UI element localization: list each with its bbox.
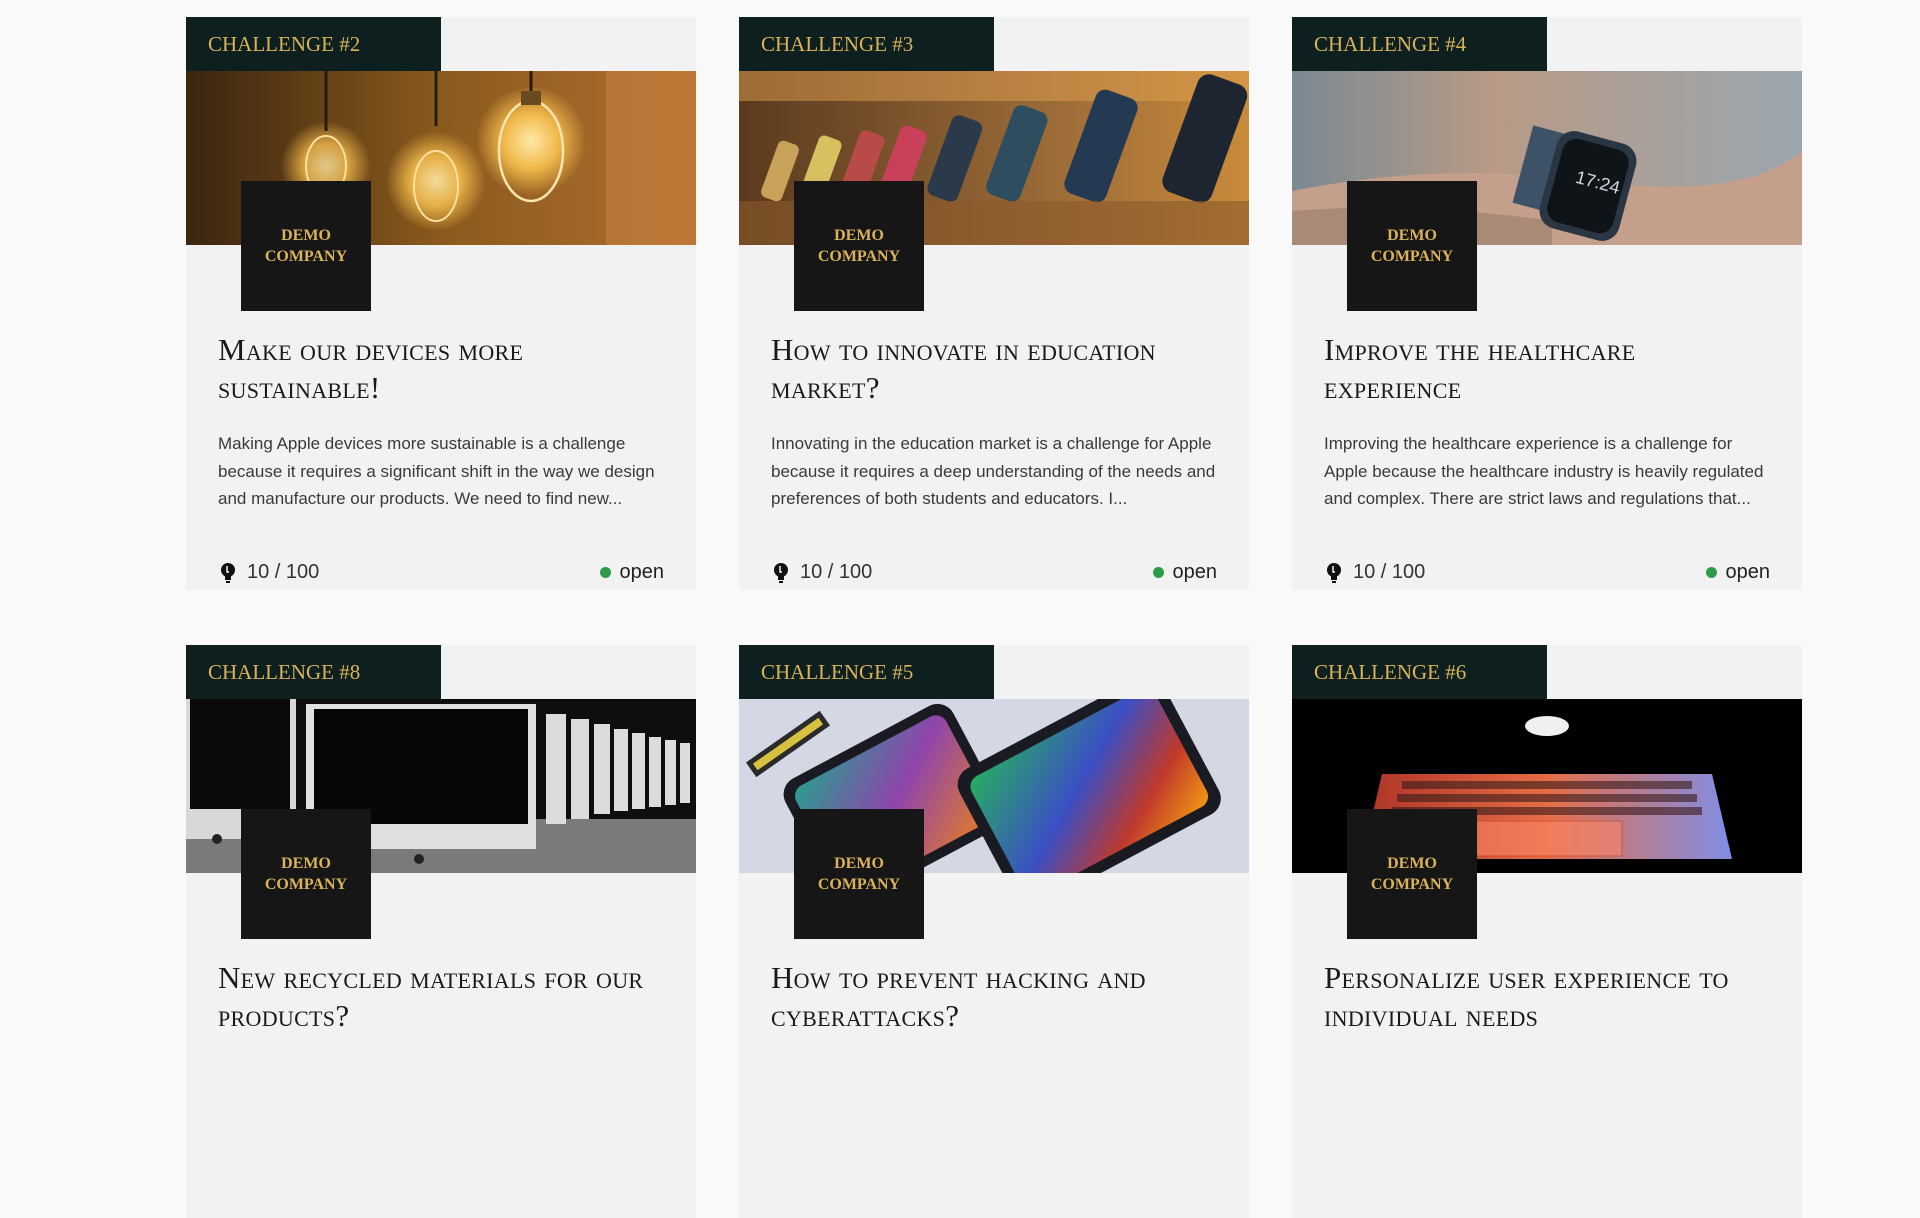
company-logo-line1: DEMO <box>1387 855 1437 872</box>
company-logo-line1: DEMO <box>281 855 331 872</box>
company-logo: DEMO COMPANY <box>241 181 371 311</box>
challenge-title[interactable]: Personalize user experience to individua… <box>1324 959 1764 1035</box>
status-label: open <box>1172 561 1218 583</box>
challenge-number-badge: CHALLENGE #5 <box>739 645 994 699</box>
challenge-number-badge: CHALLENGE #2 <box>186 17 441 71</box>
challenge-description: Making Apple devices more sustainable is… <box>218 434 655 508</box>
lightbulb-icon <box>221 562 235 583</box>
challenge-title[interactable]: Make our devices more sustainable! <box>218 331 658 407</box>
challenge-title[interactable]: New recycled materials for our products? <box>218 959 658 1035</box>
challenge-description: Improving the healthcare experience is a… <box>1324 434 1764 508</box>
challenge-card[interactable]: CHALLENGE #4 17:24 DEMO COMPANY Improve … <box>1292 17 1802 590</box>
company-logo-line1: DEMO <box>834 855 884 872</box>
company-logo-line2: COMPANY <box>264 876 348 893</box>
ideas-counter: 10 / 100 <box>771 561 872 584</box>
company-logo-line1: DEMO <box>1387 227 1437 244</box>
company-logo-line1: DEMO <box>834 227 884 244</box>
ideas-counter: 10 / 100 <box>218 561 319 584</box>
ideas-counter: 10 / 100 <box>1324 561 1425 584</box>
challenge-title[interactable]: Improve the healthcare experience <box>1324 331 1764 407</box>
card-footer: 10 / 100 open <box>218 561 664 584</box>
status-indicator: open <box>599 561 665 584</box>
company-logo-line2: COMPANY <box>264 248 348 265</box>
ideas-count: 10 / 100 <box>247 561 320 583</box>
status-dot-icon <box>1152 567 1164 578</box>
challenge-number-badge: CHALLENGE #3 <box>739 17 994 71</box>
challenge-title[interactable]: How to innovate in education market? <box>771 331 1211 407</box>
lightbulb-icon <box>1327 562 1341 583</box>
status-dot-icon <box>1705 567 1717 578</box>
challenge-card[interactable]: CHALLENGE #6 DEMO COMPANY Personalize us… <box>1292 645 1802 1218</box>
challenge-card[interactable]: CHALLENGE #3 DEMO COMPANY How to innovat… <box>739 17 1249 590</box>
card-footer: 10 / 100 open <box>771 561 1217 584</box>
challenge-card[interactable]: CHALLENGE #2 DEMO COMPANY Make our devic… <box>186 17 696 590</box>
company-logo: DEMO COMPANY <box>794 809 924 939</box>
challenge-number-badge: CHALLENGE #6 <box>1292 645 1547 699</box>
status-indicator: open <box>1705 561 1771 584</box>
company-logo-line2: COMPANY <box>1370 248 1454 265</box>
company-logo-line2: COMPANY <box>1370 876 1454 893</box>
challenge-number-badge: CHALLENGE #8 <box>186 645 441 699</box>
challenge-card[interactable]: CHALLENGE #5 DEMO COMPANY How to prevent… <box>739 645 1249 1218</box>
ideas-count: 10 / 100 <box>1353 561 1426 583</box>
challenge-description: Innovating in the education market is a … <box>771 434 1216 508</box>
lightbulb-icon <box>774 562 788 583</box>
status-indicator: open <box>1152 561 1218 584</box>
ideas-count: 10 / 100 <box>800 561 873 583</box>
company-logo-line2: COMPANY <box>817 248 901 265</box>
company-logo: DEMO COMPANY <box>1347 809 1477 939</box>
company-logo: DEMO COMPANY <box>1347 181 1477 311</box>
company-logo: DEMO COMPANY <box>794 181 924 311</box>
status-label: open <box>619 561 665 583</box>
challenge-title[interactable]: How to prevent hacking and cyberattacks? <box>771 959 1211 1035</box>
challenge-card[interactable]: CHALLENGE #8 DEMO COMPANY New recycled m… <box>186 645 696 1218</box>
company-logo-line2: COMPANY <box>817 876 901 893</box>
company-logo-line1: DEMO <box>281 227 331 244</box>
status-label: open <box>1725 561 1771 583</box>
card-footer: 10 / 100 open <box>1324 561 1770 584</box>
challenge-number-badge: CHALLENGE #4 <box>1292 17 1547 71</box>
status-dot-icon <box>599 567 611 578</box>
company-logo: DEMO COMPANY <box>241 809 371 939</box>
challenge-grid: CHALLENGE #2 DEMO COMPANY Make our devic… <box>186 17 1802 1218</box>
